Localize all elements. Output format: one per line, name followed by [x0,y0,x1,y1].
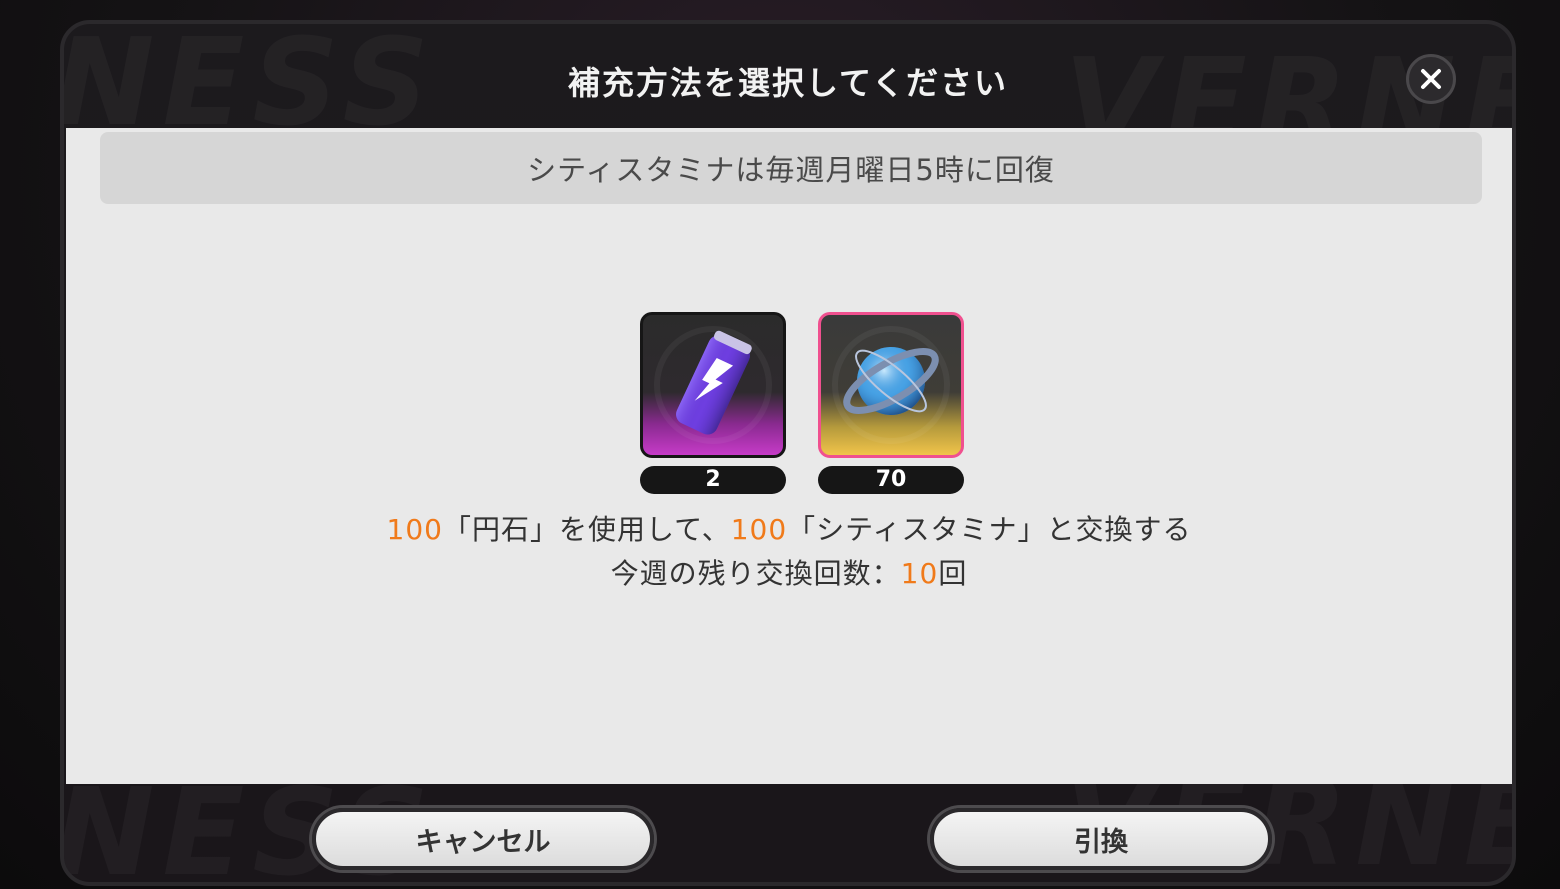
dialog-content: シティスタミナは毎週月曜日5時に回復 2 70 100「円石」を使用して、100… [66,128,1512,784]
item-card [640,312,786,458]
item-count: 2 [640,466,786,494]
item-card-selected [818,312,964,458]
item-yen-stone[interactable]: 70 [818,312,964,494]
gain-amount: 100 [730,513,788,546]
dialog-title: 補充方法を選択してください [567,64,1009,102]
remaining-exchanges: 今週の残り交換回数：10回 [66,552,1512,592]
remaining-label: 今週の残り交換回数： [610,557,901,590]
item-energy-drink[interactable]: 2 [640,312,786,494]
close-button[interactable] [1406,54,1456,104]
remaining-count: 10 [900,557,939,590]
cost-amount: 100 [386,513,443,546]
energy-drink-icon [654,326,772,444]
exchange-description: 100「円石」を使用して、100「シティスタミナ」と交換する [66,508,1512,548]
gain-text: 「シティスタミナ」と交換する [787,513,1192,546]
cancel-button[interactable]: キャンセル [312,808,654,870]
close-icon [1421,69,1441,89]
remaining-unit: 回 [938,557,968,590]
exchange-dialog: NESS VERNE NESS VERNE 補充方法を選択してください シティス… [60,20,1516,886]
cost-text: 「円石」を使用して、 [442,513,731,546]
yen-stone-icon [832,326,950,444]
recovery-notice: シティスタミナは毎週月曜日5時に回復 [100,132,1482,204]
item-count: 70 [818,466,964,494]
exchange-button[interactable]: 引換 [930,808,1272,870]
